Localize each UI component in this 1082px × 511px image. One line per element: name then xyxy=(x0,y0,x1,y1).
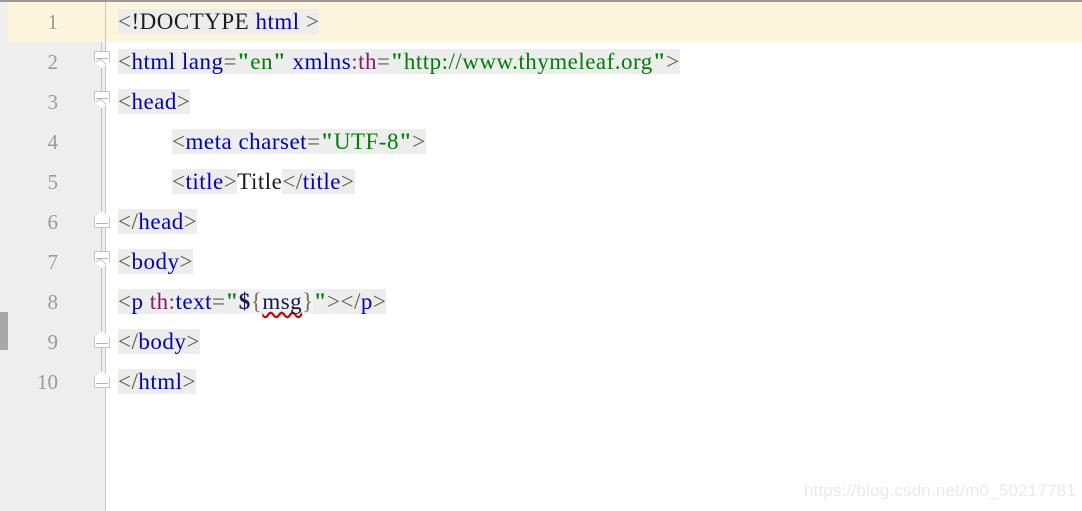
code-line[interactable]: <meta charset="UTF-8"> xyxy=(172,122,426,162)
line-number: 1 xyxy=(47,10,59,34)
code-token-quote: " xyxy=(652,49,667,74)
fold-stem-line xyxy=(101,122,102,162)
code-token-punct: < xyxy=(118,89,132,114)
code-token-tag: title xyxy=(302,169,342,194)
code-token-value: UTF-8 xyxy=(333,129,399,154)
code-token-tag: html xyxy=(131,49,176,74)
code-token-brace: { xyxy=(250,289,263,314)
code-token-tag: head xyxy=(131,89,177,114)
code-editor: 1 2 3 4 5 6 7 8 9 10 <!DOCTYPE html > <html lang="… xyxy=(0,0,1082,511)
code-token-punct: < xyxy=(172,169,186,194)
code-token-ns: th xyxy=(358,49,378,74)
code-token-punct: < xyxy=(118,209,132,234)
code-token-tag: html xyxy=(255,9,300,34)
code-token-tag: html xyxy=(138,369,183,394)
code-token-plain xyxy=(299,9,306,34)
code-token-quote: " xyxy=(225,289,239,314)
code-token-tag: p xyxy=(360,289,373,314)
code-token-punct: > xyxy=(223,169,238,194)
code-token-value: http://www.thymeleaf.org xyxy=(403,49,653,74)
code-token-punct: > xyxy=(182,369,197,394)
code-token-quote: " xyxy=(390,49,404,74)
code-token-tag: meta xyxy=(185,129,233,154)
code-token-tag: head xyxy=(138,209,184,234)
code-line[interactable]: </body> xyxy=(118,322,200,362)
line-number: 9 xyxy=(47,330,59,354)
fold-stem-line xyxy=(101,162,102,202)
code-token-punct: < xyxy=(118,289,132,314)
code-token-punct: > xyxy=(305,9,320,34)
code-token-punct: > xyxy=(372,289,387,314)
code-token-tag: body xyxy=(138,329,187,354)
line-number: 4 xyxy=(47,130,59,154)
code-token-punct: / xyxy=(353,289,361,314)
code-token-value: en xyxy=(250,49,273,74)
code-token-punct: > xyxy=(666,49,680,74)
code-token-punct: : xyxy=(168,289,176,314)
code-token-ident-spellcheck: msg xyxy=(262,289,303,314)
code-token-tag: title xyxy=(185,169,224,194)
code-token-punct: < xyxy=(118,9,132,34)
code-token-brace: } xyxy=(302,289,314,314)
code-token-attr: charset xyxy=(238,129,308,154)
code-token-punct: < xyxy=(118,49,132,74)
code-token-punct: < xyxy=(172,129,186,154)
code-line[interactable]: </head> xyxy=(118,202,198,242)
code-token-quote: " xyxy=(313,289,327,314)
line-number: 6 xyxy=(47,210,59,234)
code-token-quote: " xyxy=(237,49,251,74)
code-token-punct: < xyxy=(282,169,296,194)
code-token-punct: > xyxy=(176,89,191,114)
line-number: 5 xyxy=(47,170,59,194)
code-token-attr: xmlns xyxy=(292,49,352,74)
code-token-dollar: $ xyxy=(238,289,251,314)
code-token-punct: = xyxy=(307,129,321,154)
code-token-tag: p xyxy=(131,289,144,314)
code-token-plain xyxy=(286,49,293,74)
code-token-attr: text xyxy=(175,289,213,314)
code-token-punct: = xyxy=(377,49,391,74)
line-number: 7 xyxy=(47,250,59,274)
code-line[interactable]: </html> xyxy=(118,362,197,402)
code-token-attr: lang xyxy=(181,49,224,74)
code-token-punct: > xyxy=(183,209,198,234)
code-token-tag: body xyxy=(131,249,180,274)
code-line[interactable]: <head> xyxy=(118,82,191,122)
code-line[interactable]: <html lang="en" xmlns:th="http://www.thy… xyxy=(118,42,680,82)
watermark: https://blog.csdn.net/m0_50217781 xyxy=(803,481,1076,500)
code-token-punct: = xyxy=(223,49,237,74)
line-number: 3 xyxy=(47,90,59,114)
fold-stem-line xyxy=(101,282,102,322)
code-line[interactable]: <body> xyxy=(118,242,193,282)
code-token-doctype: !DOCTYPE xyxy=(131,9,250,34)
line-number: 10 xyxy=(37,370,58,394)
code-token-punct: < xyxy=(340,289,354,314)
code-token-punct: < xyxy=(118,249,132,274)
code-token-punct: > xyxy=(186,329,200,354)
code-token-punct: > xyxy=(179,249,193,274)
code-token-quote: " xyxy=(398,129,413,154)
code-token-text: Title xyxy=(237,169,283,194)
code-line[interactable]: <!DOCTYPE html > xyxy=(118,2,320,42)
code-token-plain xyxy=(143,289,150,314)
code-token-quote: " xyxy=(273,49,287,74)
code-content[interactable]: <!DOCTYPE html > <html lang="en" xmlns:th… xyxy=(106,2,1082,511)
line-number: 2 xyxy=(47,50,59,74)
code-token-punct: > xyxy=(412,129,426,154)
code-token-punct: > xyxy=(327,289,341,314)
code-token-punct: < xyxy=(118,369,132,394)
code-token-punct: = xyxy=(212,289,226,314)
code-token-ns: th xyxy=(149,289,169,314)
code-token-punct: / xyxy=(295,169,303,194)
code-token-punct: < xyxy=(118,329,132,354)
code-token-punct: > xyxy=(341,169,355,194)
code-line[interactable]: <title>Title</title> xyxy=(172,162,355,202)
code-line[interactable]: <p th:text="${msg}"></p> xyxy=(118,282,387,322)
line-number: 8 xyxy=(47,290,59,314)
code-token-quote: " xyxy=(320,129,334,154)
code-token-plain xyxy=(175,49,182,74)
